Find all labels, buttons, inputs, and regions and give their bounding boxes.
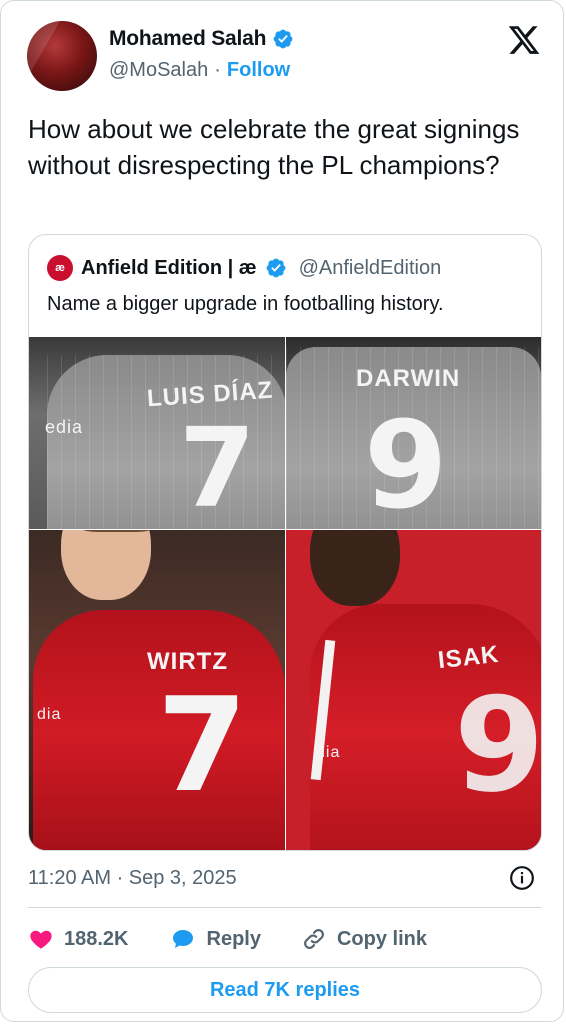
shirt-number-wirtz: 7 — [157, 669, 248, 821]
image-tile-isak: ISAK 9 dia — [286, 530, 541, 850]
shirt-number-darwin: 9 — [364, 397, 448, 529]
quoted-tweet[interactable]: æ Anfield Edition | æ @AnfieldEdition Na… — [28, 234, 542, 851]
copy-link-button[interactable]: Copy link — [301, 926, 427, 952]
like-button[interactable]: 188.2K — [28, 927, 129, 951]
quote-verified-badge-icon — [266, 258, 285, 278]
like-count: 188.2K — [64, 927, 129, 950]
heart-icon — [30, 930, 52, 949]
quote-text: Name a bigger upgrade in footballing his… — [47, 293, 444, 315]
author-avatar[interactable] — [27, 21, 97, 91]
quote-image[interactable]: LUIS DÍAZ 7 edia DARWIN 9 WIRTZ 7 dia IS… — [29, 337, 541, 850]
shirt-name-darwin: DARWIN — [356, 365, 461, 392]
follow-button[interactable]: Follow — [227, 59, 290, 82]
author-handle[interactable]: @MoSalah — [109, 59, 208, 82]
read-replies-button[interactable]: Read 7K replies — [28, 967, 542, 1013]
sponsor-text-4: dia — [316, 744, 341, 761]
tweet-timestamp[interactable]: 11:20 AM · Sep 3, 2025 — [28, 867, 237, 890]
author-name-row: Mohamed Salah — [109, 27, 294, 51]
author-display-name[interactable]: Mohamed Salah — [109, 27, 266, 51]
copy-link-label: Copy link — [336, 927, 427, 950]
tweet-card: Mohamed Salah @MoSalah · Follow How abou… — [0, 0, 564, 1022]
x-logo-icon[interactable] — [507, 23, 541, 57]
sponsor-text-1: edia — [45, 417, 84, 437]
shirt-number-luis-diaz: 7 — [179, 404, 256, 529]
sponsor-text-3: dia — [37, 706, 62, 723]
shirt-number-isak: 9 — [454, 669, 541, 821]
quote-handle[interactable]: @AnfieldEdition — [299, 257, 442, 280]
info-icon[interactable] — [509, 865, 535, 891]
reply-button[interactable]: Reply — [169, 927, 261, 951]
image-tile-luis-diaz: LUIS DÍAZ 7 edia — [29, 337, 285, 529]
link-icon — [304, 929, 324, 949]
divider — [28, 907, 542, 908]
image-tile-darwin: DARWIN 9 — [286, 337, 541, 529]
action-bar: 188.2K Reply Copy link — [28, 925, 467, 953]
author-handle-row: @MoSalah · Follow — [109, 59, 290, 82]
verified-badge-icon — [273, 29, 293, 49]
quote-display-name[interactable]: Anfield Edition | æ — [81, 257, 257, 280]
quote-header: æ Anfield Edition | æ @AnfieldEdition — [47, 255, 441, 281]
quote-avatar[interactable]: æ — [47, 255, 73, 281]
tweet-text: How about we celebrate the great signing… — [28, 114, 520, 180]
separator-dot: · — [214, 59, 221, 81]
image-tile-wirtz: WIRTZ 7 dia — [29, 530, 285, 850]
reply-label: Reply — [206, 927, 261, 950]
speech-bubble-icon — [172, 930, 193, 948]
